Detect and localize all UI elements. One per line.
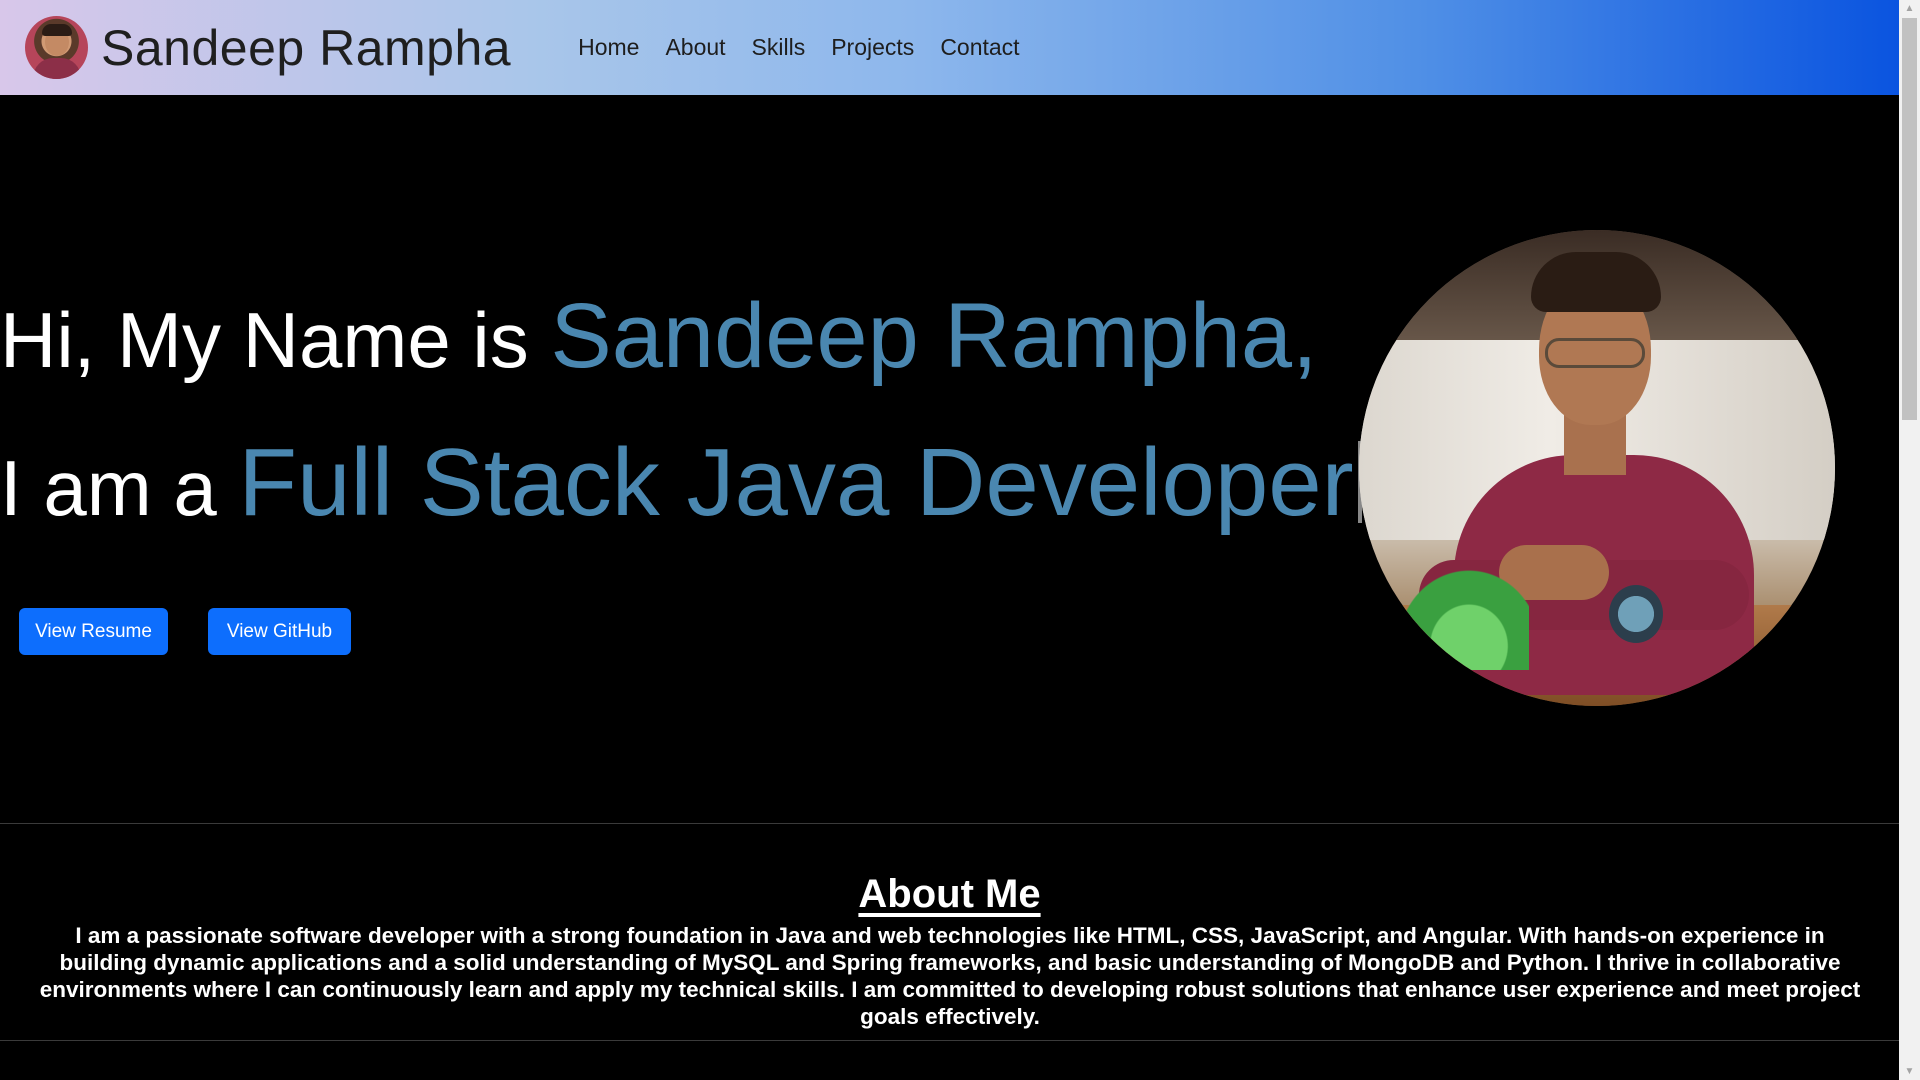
avatar [25,16,88,79]
page-scrollbar[interactable]: ▲ ▼ [1899,0,1920,1080]
profile-photo [1359,230,1835,706]
hero-section: Hi, My Name is Sandeep Rampha, I am a Fu… [0,95,1899,823]
nav-link-about[interactable]: About [652,34,738,61]
nav-link-projects[interactable]: Projects [818,34,927,61]
scroll-up-arrow-icon[interactable]: ▲ [1899,0,1920,17]
hero-role: I am a Full Stack Java Developer [0,435,1362,531]
nav-link-home[interactable]: Home [565,34,652,61]
viewport: Sandeep Rampha Home About Skills Project… [0,0,1899,1080]
hero-role-prefix: I am a [0,444,239,532]
portfolio-page: Sandeep Rampha Home About Skills Project… [0,0,1920,1080]
brand[interactable]: Sandeep Rampha [25,16,511,79]
hero-greeting-prefix: Hi, My Name is [0,296,551,384]
nav-link-contact[interactable]: Contact [927,34,1032,61]
navbar: Sandeep Rampha Home About Skills Project… [0,0,1899,95]
scroll-down-arrow-icon[interactable]: ▼ [1899,1063,1920,1080]
about-text: I am a passionate software developer wit… [39,923,1861,1029]
view-resume-button[interactable]: View Resume [19,608,168,655]
hero-name: Sandeep Rampha, [550,285,1318,387]
view-github-button[interactable]: View GitHub [208,608,351,655]
brand-name[interactable]: Sandeep Rampha [101,19,511,77]
hero-greeting: Hi, My Name is Sandeep Rampha, [0,290,1318,382]
section-divider [0,823,1899,824]
hero-role-title: Full Stack Java Developer [238,429,1354,536]
nav-links: Home About Skills Projects Contact [565,34,1033,61]
scroll-thumb[interactable] [1902,18,1917,420]
section-divider [0,1040,1899,1041]
nav-link-skills[interactable]: Skills [739,34,819,61]
about-title: About Me [858,872,1041,916]
